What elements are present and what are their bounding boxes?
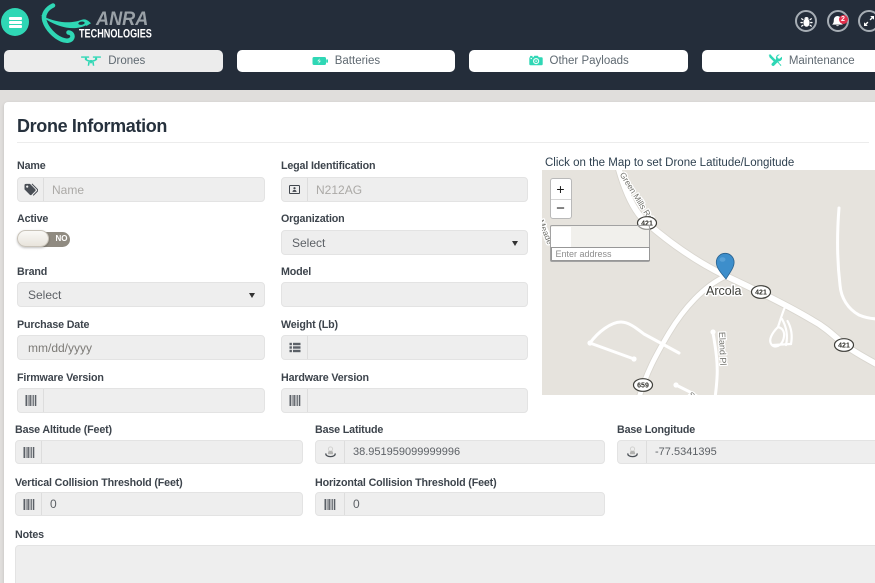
svg-text:TECHNOLOGIES: TECHNOLOGIES xyxy=(79,27,152,41)
svg-text:Eland Pl: Eland Pl xyxy=(717,332,728,366)
svg-text:421: 421 xyxy=(838,343,850,350)
svg-text:ANRA: ANRA xyxy=(95,7,148,29)
svg-text:421: 421 xyxy=(755,290,767,297)
svg-text:659: 659 xyxy=(637,383,649,390)
svg-text:Arcola: Arcola xyxy=(706,284,741,298)
